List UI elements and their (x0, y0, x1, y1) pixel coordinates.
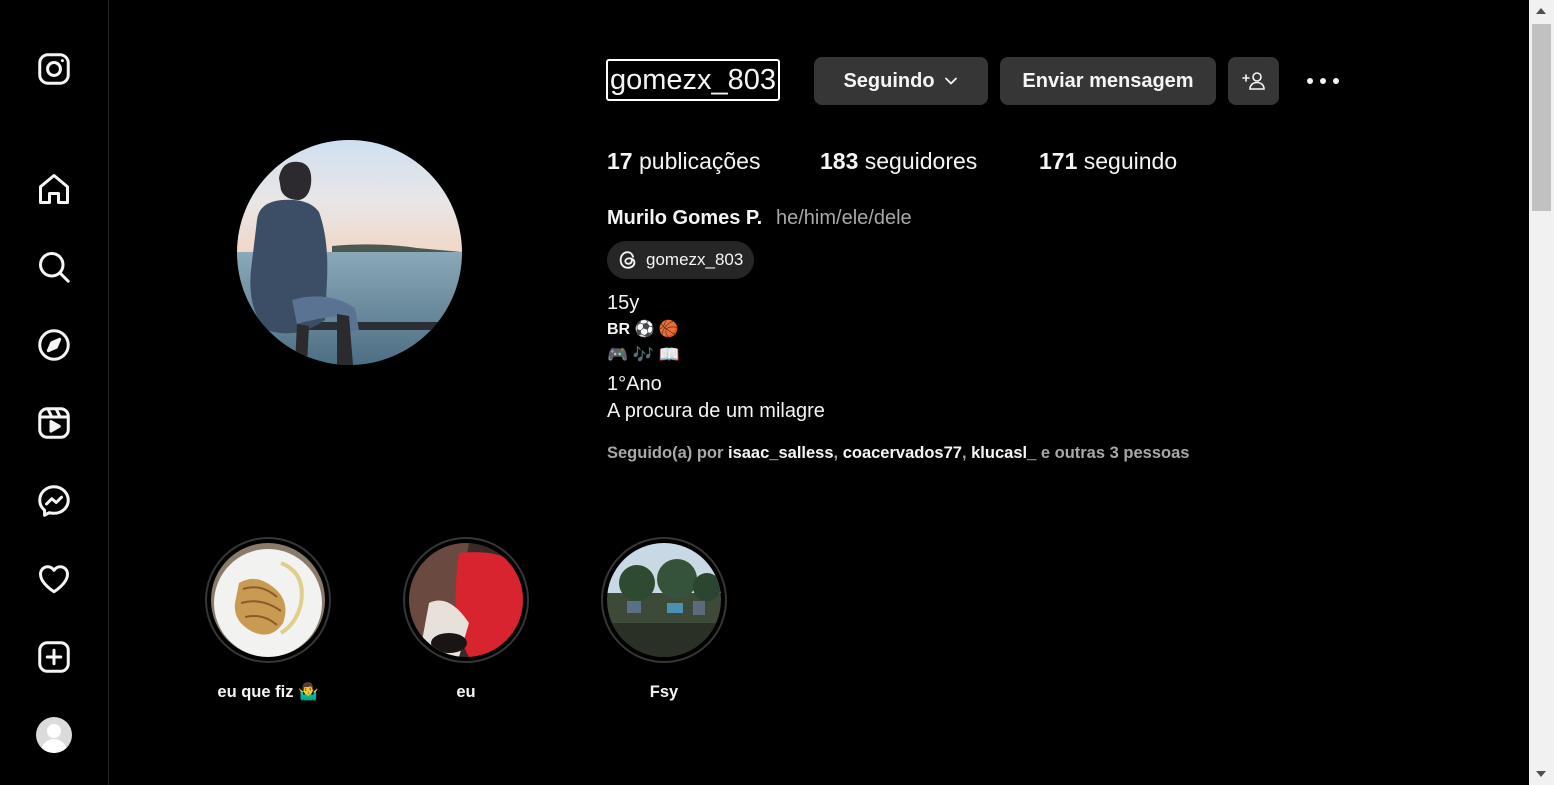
posts-count-label: publicações (638, 148, 761, 174)
followed-by-prefix: Seguido(a) por (607, 444, 728, 462)
threads-link[interactable]: gomezx_803 (607, 241, 755, 279)
followed-by-user[interactable]: klucasl_ (971, 444, 1036, 462)
posts-count: 17 publicações (607, 148, 760, 175)
profile-username[interactable]: gomezx_803 (606, 59, 781, 101)
story-highlight[interactable]: eu que fiz 🤷‍♂️ (205, 537, 331, 701)
reels-icon[interactable] (34, 403, 74, 443)
highlight-label: eu que fiz 🤷‍♂️ (217, 683, 319, 701)
profile-photo[interactable] (237, 140, 462, 365)
followers-count[interactable]: 183 seguidores (820, 148, 977, 175)
bio-line: BR ⚽ 🏀 (607, 321, 679, 338)
story-highlight[interactable]: Fsy (601, 537, 727, 701)
bio-line: 15y (607, 292, 640, 314)
following-button[interactable]: Seguindo (814, 57, 988, 105)
create-icon[interactable] (34, 637, 74, 677)
followed-by-user[interactable]: coacervados77 (843, 444, 962, 462)
threads-icon (619, 251, 636, 269)
followed-by[interactable]: Seguido(a) por isaac_salless, coacervado… (607, 444, 1189, 463)
notifications-heart-icon[interactable] (34, 559, 74, 599)
messenger-icon[interactable] (34, 481, 74, 521)
highlight-label: eu (456, 683, 476, 701)
more-options-button[interactable] (1300, 66, 1346, 96)
instagram-logo-icon[interactable] (34, 49, 74, 89)
followed-by-suffix: e outras 3 pessoas (1036, 444, 1190, 462)
following-button-label: Seguindo (843, 69, 935, 92)
profile-avatar[interactable] (36, 717, 72, 753)
scrollbar-thumb[interactable] (1532, 24, 1551, 211)
following-count[interactable]: 171 seguindo (1039, 148, 1177, 175)
following-count-value: 171 (1039, 148, 1078, 174)
highlight-label: Fsy (649, 683, 679, 701)
scroll-down-arrow-icon[interactable] (1536, 771, 1546, 777)
chevron-down-icon (944, 77, 957, 85)
posts-count-value: 17 (607, 148, 633, 174)
explore-icon[interactable] (34, 325, 74, 365)
story-highlight[interactable]: eu (403, 537, 529, 701)
scroll-up-arrow-icon[interactable] (1536, 8, 1546, 14)
full-name: Murilo Gomes P. (607, 207, 763, 229)
page-scrollbar[interactable] (1529, 0, 1554, 785)
followers-count-value: 183 (820, 148, 859, 174)
bio-line: A procura de um milagre (607, 400, 825, 422)
suggest-users-button[interactable] (1228, 57, 1279, 105)
profile-photo-image (237, 140, 462, 365)
highlight-thumbnail (211, 543, 325, 657)
highlight-cover (601, 537, 727, 663)
send-message-button[interactable]: Enviar mensagem (1000, 57, 1216, 105)
sidebar (0, 0, 109, 785)
highlight-thumbnail (409, 543, 523, 657)
search-icon[interactable] (34, 247, 74, 287)
bio-line: 1°Ano (607, 373, 662, 395)
highlight-thumbnail (607, 543, 721, 657)
home-icon[interactable] (34, 169, 74, 209)
pronouns: he/him/ele/dele (776, 207, 912, 229)
following-count-label: seguindo (1083, 148, 1178, 174)
bio-line: 🎮 🎶 📖 (607, 345, 680, 364)
add-user-icon (1241, 72, 1265, 90)
highlight-cover (403, 537, 529, 663)
more-options-icon (1307, 78, 1339, 84)
followed-by-user[interactable]: isaac_salless (728, 444, 834, 462)
followers-count-label: seguidores (864, 148, 978, 174)
threads-handle: gomezx_803 (646, 250, 744, 269)
highlight-cover (205, 537, 331, 663)
send-message-label: Enviar mensagem (1022, 69, 1194, 92)
